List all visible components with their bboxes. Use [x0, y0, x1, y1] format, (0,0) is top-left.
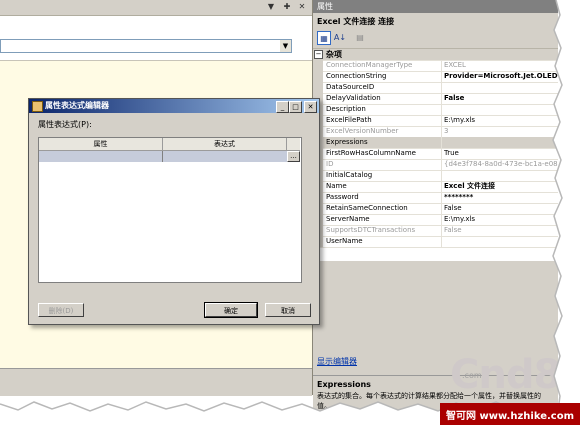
property-value[interactable]: True — [444, 148, 558, 159]
property-value[interactable]: False — [444, 203, 558, 214]
property-name: DelayValidation — [326, 93, 442, 104]
property-name: ExcelFilePath — [326, 115, 442, 126]
selected-object-name[interactable]: Excel 文件连接 连接 — [317, 16, 394, 27]
property-value[interactable]: False — [444, 93, 558, 104]
property-name: ConnectionString — [326, 71, 442, 82]
cancel-button[interactable]: 取消 — [265, 303, 311, 317]
property-name: ExcelVersionNumber — [326, 126, 442, 137]
property-expressions-editor-dialog: 属性表达式编辑器 _ □ ✕ 属性表达式(P): 属性 表达式 ... 删除(D… — [28, 98, 320, 325]
property-name: RetainSameConnection — [326, 203, 442, 214]
property-value[interactable] — [444, 82, 558, 93]
property-name: FirstRowHasColumnName — [326, 148, 442, 159]
designer-combo[interactable]: ▼ — [0, 39, 292, 53]
properties-toolbar: ▦ A↓ ▤ — [317, 31, 553, 45]
property-grid: − 杂项 ConnectionManagerType EXCEL Connecti… — [313, 48, 558, 261]
property-name: SupportsDTCTransactions — [326, 225, 442, 236]
property-name: UserName — [326, 236, 442, 247]
property-value[interactable]: E:\my.xls — [444, 214, 558, 225]
property-value[interactable] — [444, 137, 558, 148]
torn-edge-right — [552, 0, 580, 425]
minimize-icon[interactable]: _ — [276, 101, 289, 113]
property-value[interactable]: Excel 文件连接 — [444, 181, 558, 192]
property-row[interactable]: UserName — [313, 236, 558, 248]
property-value: False — [444, 226, 462, 234]
property-name: Description — [326, 104, 442, 115]
property-value[interactable] — [444, 104, 558, 115]
property-name: ID — [326, 159, 442, 170]
dialog-title: 属性表达式编辑器 — [45, 101, 109, 110]
collapse-icon[interactable]: − — [314, 50, 323, 59]
property-value[interactable]: Provider=Microsoft.Jet.OLEDB.4 — [444, 71, 558, 82]
row-divider — [162, 151, 163, 162]
property-value: {d4e3f784-8a0d-473e-bc1a-e086 — [444, 160, 558, 168]
property-name: InitialCatalog — [326, 170, 442, 181]
close-icon[interactable]: ✕ — [297, 2, 307, 12]
pin-icon[interactable]: ✚ — [282, 2, 292, 12]
property-name: DataSourceID — [326, 82, 442, 93]
dialog-app-icon — [32, 101, 43, 112]
property-value: 3 — [444, 127, 449, 135]
watermark-banner: 智可网 www.hzhike.com — [440, 403, 580, 425]
show-editor-link[interactable]: 显示编辑器 — [317, 356, 357, 367]
column-header-property[interactable]: 属性 — [39, 138, 163, 151]
dialog-titlebar[interactable]: 属性表达式编辑器 _ □ ✕ — [29, 99, 319, 113]
property-value[interactable] — [444, 170, 558, 181]
expressions-grid[interactable]: 属性 表达式 ... — [38, 137, 302, 283]
properties-title: 属性 — [317, 2, 333, 11]
categorized-icon[interactable]: ▦ — [317, 31, 331, 45]
watermark-dotcom: .com — [462, 371, 482, 380]
ok-button[interactable]: 确定 — [204, 302, 258, 318]
property-value: EXCEL — [444, 61, 466, 69]
property-pages-icon[interactable]: ▤ — [353, 31, 367, 45]
property-value[interactable]: E:\my.xls — [444, 115, 558, 126]
watermark-site-text: 智可网 www.hzhike.com — [446, 411, 575, 422]
description-title: Expressions — [317, 380, 371, 389]
properties-panel: 属性 Excel 文件连接 连接 ▦ A↓ ▤ − 杂项 ConnectionM… — [312, 0, 558, 411]
expressions-label: 属性表达式(P): — [38, 120, 92, 129]
column-header-blank — [287, 138, 300, 151]
delete-button[interactable]: 删除(D) — [38, 303, 84, 317]
designer-bottom-bar — [0, 368, 312, 396]
alphabetical-icon[interactable]: A↓ — [333, 31, 347, 45]
category-name: 杂项 — [326, 50, 342, 59]
property-name: ServerName — [326, 214, 442, 225]
designer-tab-bar: ▼ ✚ ✕ — [0, 0, 312, 16]
property-value[interactable]: ******** — [444, 192, 558, 203]
tab-dropdown-icon[interactable]: ▼ — [266, 2, 276, 12]
column-header-expression[interactable]: 表达式 — [163, 138, 287, 151]
property-name: ConnectionManagerType — [326, 60, 442, 71]
ellipsis-button[interactable]: ... — [287, 151, 300, 162]
expression-row-new[interactable] — [39, 151, 287, 162]
property-name: Name — [326, 181, 442, 192]
close-icon[interactable]: ✕ — [304, 101, 317, 113]
property-name: Expressions — [326, 137, 442, 148]
maximize-icon[interactable]: □ — [289, 101, 302, 113]
properties-titlebar: 属性 — [313, 0, 558, 13]
chevron-down-icon[interactable]: ▼ — [280, 40, 291, 52]
property-name: Password — [326, 192, 442, 203]
property-value[interactable] — [444, 236, 558, 247]
